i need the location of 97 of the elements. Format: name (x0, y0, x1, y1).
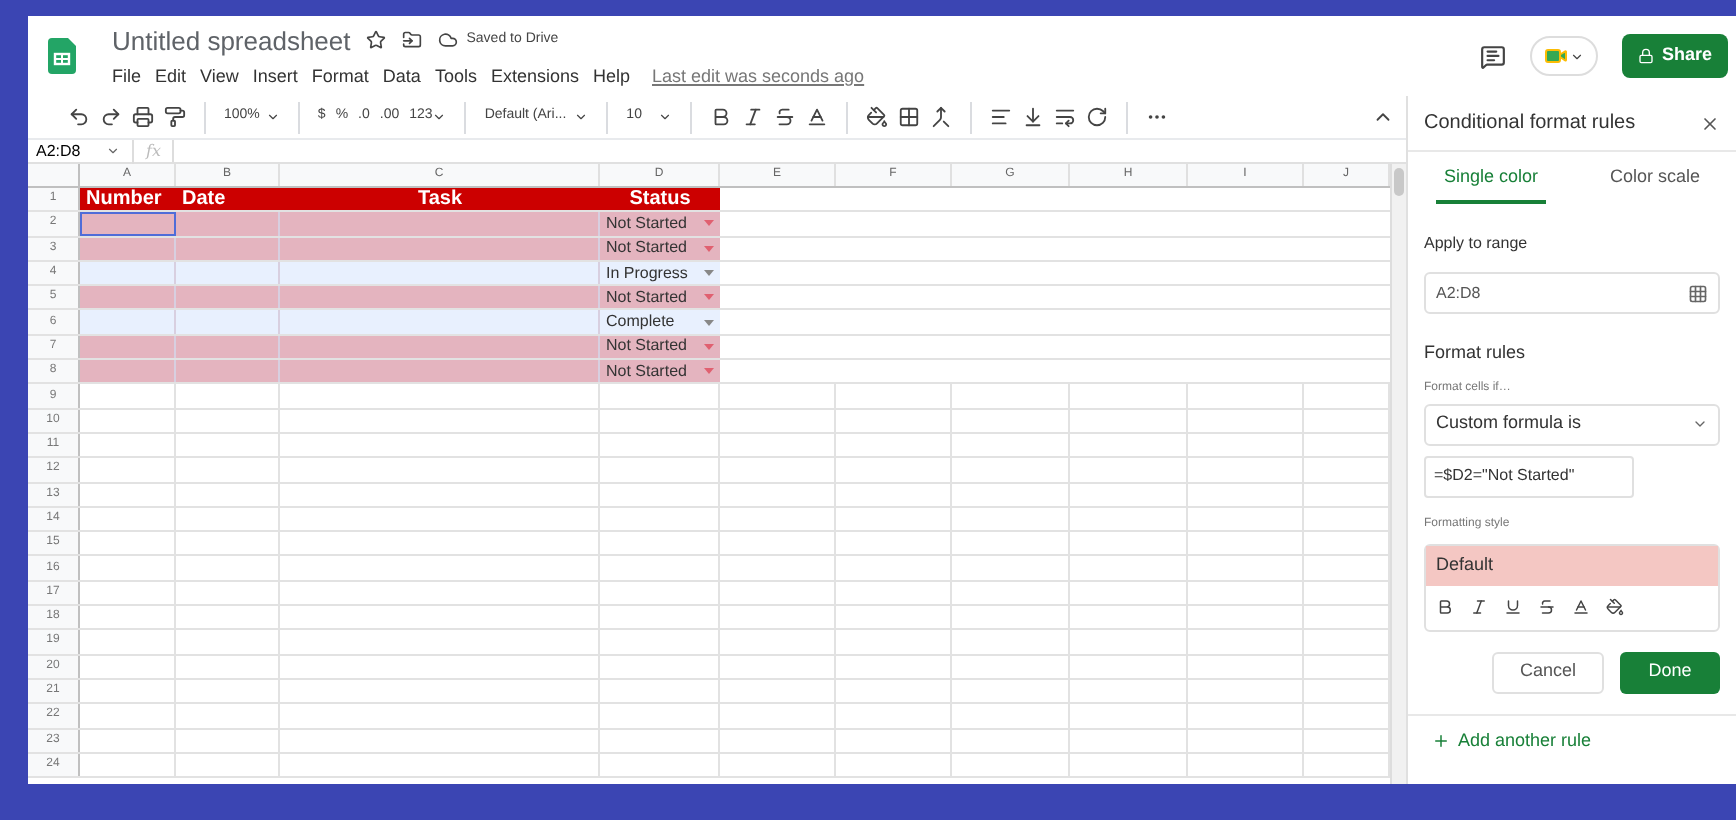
menu-item[interactable]: Format (311, 64, 369, 91)
wrap-icon[interactable] (1053, 106, 1076, 128)
apply-range-label: Apply to range (1424, 232, 1530, 256)
caret-icon[interactable] (1569, 49, 1584, 63)
name-box[interactable]: A2:D8 (28, 139, 132, 163)
fill-color-icon[interactable] (865, 106, 888, 128)
status-dropdown-cell[interactable]: Not Started (600, 360, 720, 383)
redo-icon[interactable] (100, 106, 122, 128)
status-dropdown-cell[interactable]: Not Started (600, 335, 720, 359)
align-icon[interactable] (989, 106, 1012, 128)
move-folder-icon[interactable] (402, 30, 423, 51)
header-cell: Task (280, 188, 600, 211)
strikethrough-icon[interactable] (773, 106, 796, 128)
table-cell[interactable] (280, 286, 600, 309)
status-dropdown-cell[interactable]: Complete (600, 310, 720, 334)
header-cell: Number (80, 188, 176, 211)
underline-icon[interactable] (1504, 598, 1522, 616)
last-edit-link[interactable]: Last edit was seconds ago (652, 64, 865, 91)
header-cell: Date (176, 188, 280, 211)
cloud-icon[interactable] (438, 30, 459, 51)
menu-item[interactable]: Data (382, 64, 421, 91)
caret-icon[interactable] (265, 110, 280, 124)
rotate-icon[interactable] (1085, 106, 1108, 128)
strikethrough-icon[interactable] (1538, 598, 1556, 616)
table-cell[interactable] (176, 360, 280, 383)
menu-item[interactable]: Extensions (490, 64, 579, 91)
table-cell[interactable] (176, 212, 280, 236)
table-cell[interactable] (80, 335, 176, 359)
vertical-align-icon[interactable] (1021, 106, 1044, 128)
comment-icon[interactable] (1479, 43, 1506, 69)
caret-icon[interactable] (1692, 416, 1708, 432)
dropdown-arrow-icon[interactable] (704, 319, 714, 326)
bold-icon[interactable] (1436, 598, 1454, 616)
menu-item[interactable]: File (112, 64, 142, 91)
table-cell[interactable] (280, 212, 600, 236)
table-cell[interactable] (80, 261, 176, 285)
formula-field[interactable]: =$D2="Not Started" (1424, 455, 1634, 497)
status-dropdown-cell[interactable]: Not Started (600, 212, 720, 236)
undo-icon[interactable] (68, 106, 90, 128)
status-dropdown-cell[interactable]: In Progress (600, 261, 720, 285)
table-cell[interactable] (280, 360, 600, 383)
menu-item[interactable]: Insert (252, 64, 298, 91)
table-cell[interactable] (176, 310, 280, 334)
table-cell[interactable] (80, 310, 176, 334)
borders-icon[interactable] (897, 106, 920, 128)
menu-item[interactable]: View (200, 64, 239, 91)
document-title[interactable]: Untitled spreadsheet (112, 21, 351, 60)
table-cell[interactable] (80, 286, 176, 309)
fill-color-icon[interactable] (1606, 598, 1624, 616)
panel-tab[interactable]: Color scale (1601, 156, 1709, 204)
italic-icon[interactable] (1470, 598, 1488, 616)
status-dropdown-cell[interactable]: Not Started (600, 237, 720, 260)
paint-format-icon[interactable] (164, 106, 186, 128)
menu-item[interactable]: Edit (155, 64, 187, 91)
scrollbar-thumb[interactable] (1394, 168, 1404, 196)
close-icon[interactable] (1700, 113, 1720, 133)
table-cell[interactable] (280, 237, 600, 260)
caret-icon[interactable] (574, 110, 589, 124)
dropdown-arrow-icon[interactable] (704, 270, 714, 277)
table-cell[interactable] (280, 261, 600, 285)
select-range-icon[interactable] (1688, 283, 1708, 303)
table-cell[interactable] (176, 335, 280, 359)
condition-dropdown[interactable]: Custom formula is (1424, 403, 1720, 445)
merge-icon[interactable] (929, 106, 952, 128)
done-button[interactable]: Done (1620, 651, 1720, 693)
table-cell[interactable] (176, 261, 280, 285)
table-cell[interactable] (176, 286, 280, 309)
panel-title: Conditional format rules (1424, 110, 1636, 138)
plus-icon[interactable] (1432, 731, 1450, 750)
caret-icon[interactable] (657, 110, 672, 124)
panel-tab[interactable]: Single color (1435, 156, 1547, 204)
header-cell: Status (600, 188, 720, 211)
star-icon[interactable] (366, 30, 387, 51)
format-rules-heading: Format rules (1424, 340, 1528, 366)
add-rule-button[interactable]: Add another rule (1432, 727, 1592, 754)
share-button[interactable]: Share (1621, 34, 1728, 78)
table-cell[interactable] (80, 212, 176, 236)
table-cell[interactable] (80, 237, 176, 260)
table-cell[interactable] (80, 360, 176, 383)
print-icon[interactable] (132, 106, 154, 128)
caret-icon[interactable] (106, 144, 120, 158)
range-field[interactable]: A2:D8 (1424, 272, 1720, 314)
lock-icon[interactable] (1637, 48, 1654, 64)
menu-item[interactable]: Help (592, 64, 630, 91)
caret-icon[interactable] (432, 110, 447, 124)
bold-icon[interactable] (709, 106, 732, 128)
text-color-icon[interactable] (805, 106, 828, 128)
cancel-button[interactable]: Cancel (1492, 651, 1604, 693)
text-color-icon[interactable] (1572, 598, 1590, 616)
italic-icon[interactable] (741, 106, 764, 128)
sheets-logo-icon[interactable] (48, 38, 76, 74)
menu-item[interactable]: Tools (434, 64, 477, 91)
table-cell[interactable] (176, 237, 280, 260)
status-dropdown-cell[interactable]: Not Started (600, 286, 720, 309)
style-preview[interactable]: Default (1426, 545, 1718, 585)
table-cell[interactable] (280, 335, 600, 359)
table-cell[interactable] (280, 310, 600, 334)
